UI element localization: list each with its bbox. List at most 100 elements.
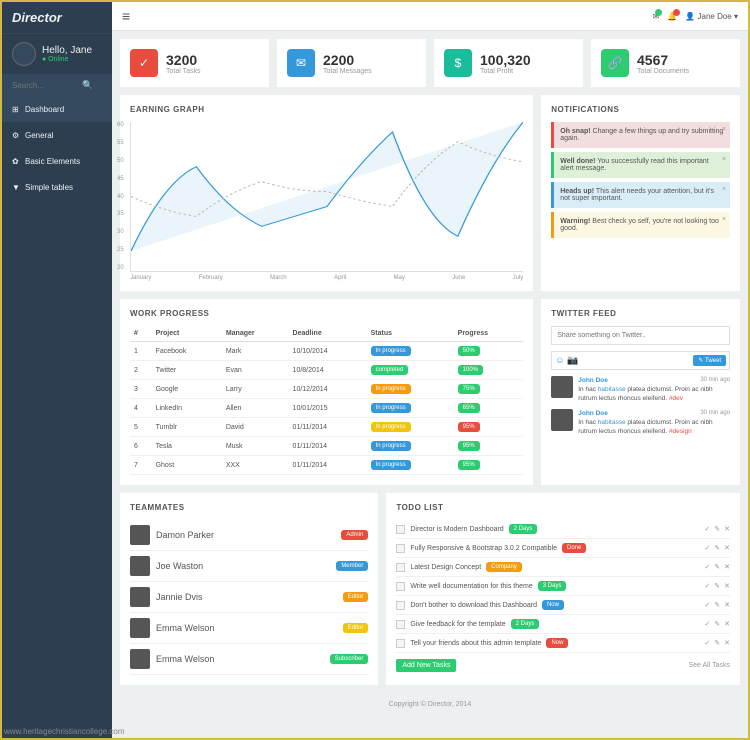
nav-item-simple-tables[interactable]: ▼Simple tables [2,175,112,201]
brand-title: Director [2,2,112,34]
teammate-name: Joe Waston [156,561,203,571]
todo-panel: TODO LIST Director is Modern Dashboard 2 … [386,493,740,685]
twitter-panel: TWITTER FEED ☺ 📷 ✎ Tweet 30 min agoJohn … [541,299,740,485]
todo-item: Give feedback for the template2 Days✓✎✕ [396,615,730,634]
table-header: Deadline [289,326,367,342]
todo-badge: Done [562,543,586,553]
check-icon[interactable]: ✓ [704,525,710,533]
twitter-input[interactable] [551,326,730,345]
stat-label: Total Profit [480,68,531,75]
nav-item-basic-elements[interactable]: ✿Basic Elements [2,149,112,175]
table-row: 1FacebookMark10/10/2014In progress50% [130,342,523,361]
table-row: 5TumblrDavid01/11/2014In progress95% [130,418,523,437]
table-row: 2TwitterEvan10/8/2014completed100% [130,361,523,380]
teammate-name: Damon Parker [156,530,214,540]
check-icon[interactable]: ✓ [704,544,710,552]
stat-label: Total Tasks [166,68,201,75]
search-icon[interactable]: 🔍 [82,80,93,91]
todo-text: Write well documentation for this theme [410,583,532,590]
checkbox[interactable] [396,601,405,610]
todo-badge: Company [486,562,522,572]
close-icon[interactable]: × [722,126,726,133]
delete-icon[interactable]: ✕ [724,620,730,628]
search-input[interactable] [12,81,82,90]
delete-icon[interactable]: ✕ [724,639,730,647]
todo-text: Latest Design Concept [410,564,481,571]
todo-text: Tell your friends about this admin templ… [410,640,541,647]
todo-badge: 2 Days [509,524,538,534]
user-menu[interactable]: 👤 Jane Doe ▾ [685,12,738,21]
avatar[interactable] [12,42,36,66]
edit-icon[interactable]: ✎ [714,544,720,552]
checkbox[interactable] [396,639,405,648]
todo-item: Director is Modern Dashboard 2 Days ✓ ✎ ✕ [396,520,730,539]
table-row: 4LinkedInAllen10/01/2015In progress65% [130,399,523,418]
delete-icon[interactable]: ✕ [724,582,730,590]
work-progress-panel: WORK PROGRESS #ProjectManagerDeadlineSta… [120,299,533,485]
edit-icon[interactable]: ✎ [714,620,720,628]
emoji-icon[interactable]: ☺ 📷 [555,355,578,366]
status-badge: completed [371,365,409,375]
check-icon[interactable]: ✓ [704,582,710,590]
todo-title: TODO LIST [396,503,730,512]
work-title: WORK PROGRESS [130,309,523,318]
close-icon[interactable]: × [722,156,726,163]
nav-item-general[interactable]: ⚙General [2,123,112,149]
bell-icon[interactable]: 🔔 [667,12,677,21]
check-icon[interactable]: ✓ [704,620,710,628]
progress-badge: 100% [458,365,483,375]
stat-value: 2200 [323,52,372,68]
nav-item-dashboard[interactable]: ⊞Dashboard [2,97,112,123]
avatar [130,649,150,669]
delete-icon[interactable]: ✕ [724,601,730,609]
close-icon[interactable]: × [722,216,726,223]
teammate-name: Emma Welson [156,623,214,633]
mail-icon[interactable]: ✉ [653,12,660,21]
close-icon[interactable]: × [722,186,726,193]
todo-text: Give feedback for the template [410,621,505,628]
alert: Warning! Best check yo self, you're not … [551,212,730,238]
search-box[interactable]: 🔍 [2,74,112,97]
check-icon[interactable]: ✓ [704,639,710,647]
delete-icon[interactable]: ✕ [724,525,730,533]
tweet-button[interactable]: ✎ Tweet [693,355,726,366]
teammate-row: Jannie DvisEditor [130,582,368,613]
checkbox[interactable] [396,563,405,572]
checkbox[interactable] [396,525,405,534]
edit-icon[interactable]: ✎ [714,601,720,609]
progress-badge: 65% [458,403,480,413]
stat-value: 100,320 [480,52,531,68]
delete-icon[interactable]: ✕ [724,544,730,552]
see-all-link[interactable]: See All Tasks [688,662,730,669]
todo-badge: Now [542,600,564,610]
add-tasks-button[interactable]: Add New Tasks [396,659,456,672]
checkbox[interactable] [396,544,405,553]
alert: Well done! You successfully read this im… [551,152,730,178]
watermark: www.heritagechristiancollege.com [4,727,125,736]
notif-title: NOTIFICATIONS [551,105,730,114]
todo-item: Fully Responsive & Bootstrap 3.0.2 Compa… [396,539,730,558]
edit-icon[interactable]: ✎ [714,563,720,571]
tweet-author[interactable]: John Doe [578,377,608,384]
checkbox[interactable] [396,620,405,629]
edit-icon[interactable]: ✎ [714,582,720,590]
user-greeting: Hello, Jane [42,45,92,56]
table-header: # [130,326,152,342]
checkbox[interactable] [396,582,405,591]
delete-icon[interactable]: ✕ [724,563,730,571]
todo-item: Latest Design Concept Company ✓ ✎ ✕ [396,558,730,577]
edit-icon[interactable]: ✎ [714,525,720,533]
todo-text: Director is Modern Dashboard [410,526,503,533]
user-status: ● Online [42,56,92,63]
edit-icon[interactable]: ✎ [714,639,720,647]
menu-toggle-icon[interactable]: ≡ [122,8,130,24]
progress-badge: 50% [458,346,480,356]
status-badge: In progress [371,403,411,413]
footer: Copyright © Director, 2014 [120,693,740,716]
table-header: Manager [222,326,289,342]
todo-text: Fully Responsive & Bootstrap 3.0.2 Compa… [410,545,557,552]
avatar [130,556,150,576]
check-icon[interactable]: ✓ [704,601,710,609]
tweet-author[interactable]: John Doe [578,410,608,417]
check-icon[interactable]: ✓ [704,563,710,571]
